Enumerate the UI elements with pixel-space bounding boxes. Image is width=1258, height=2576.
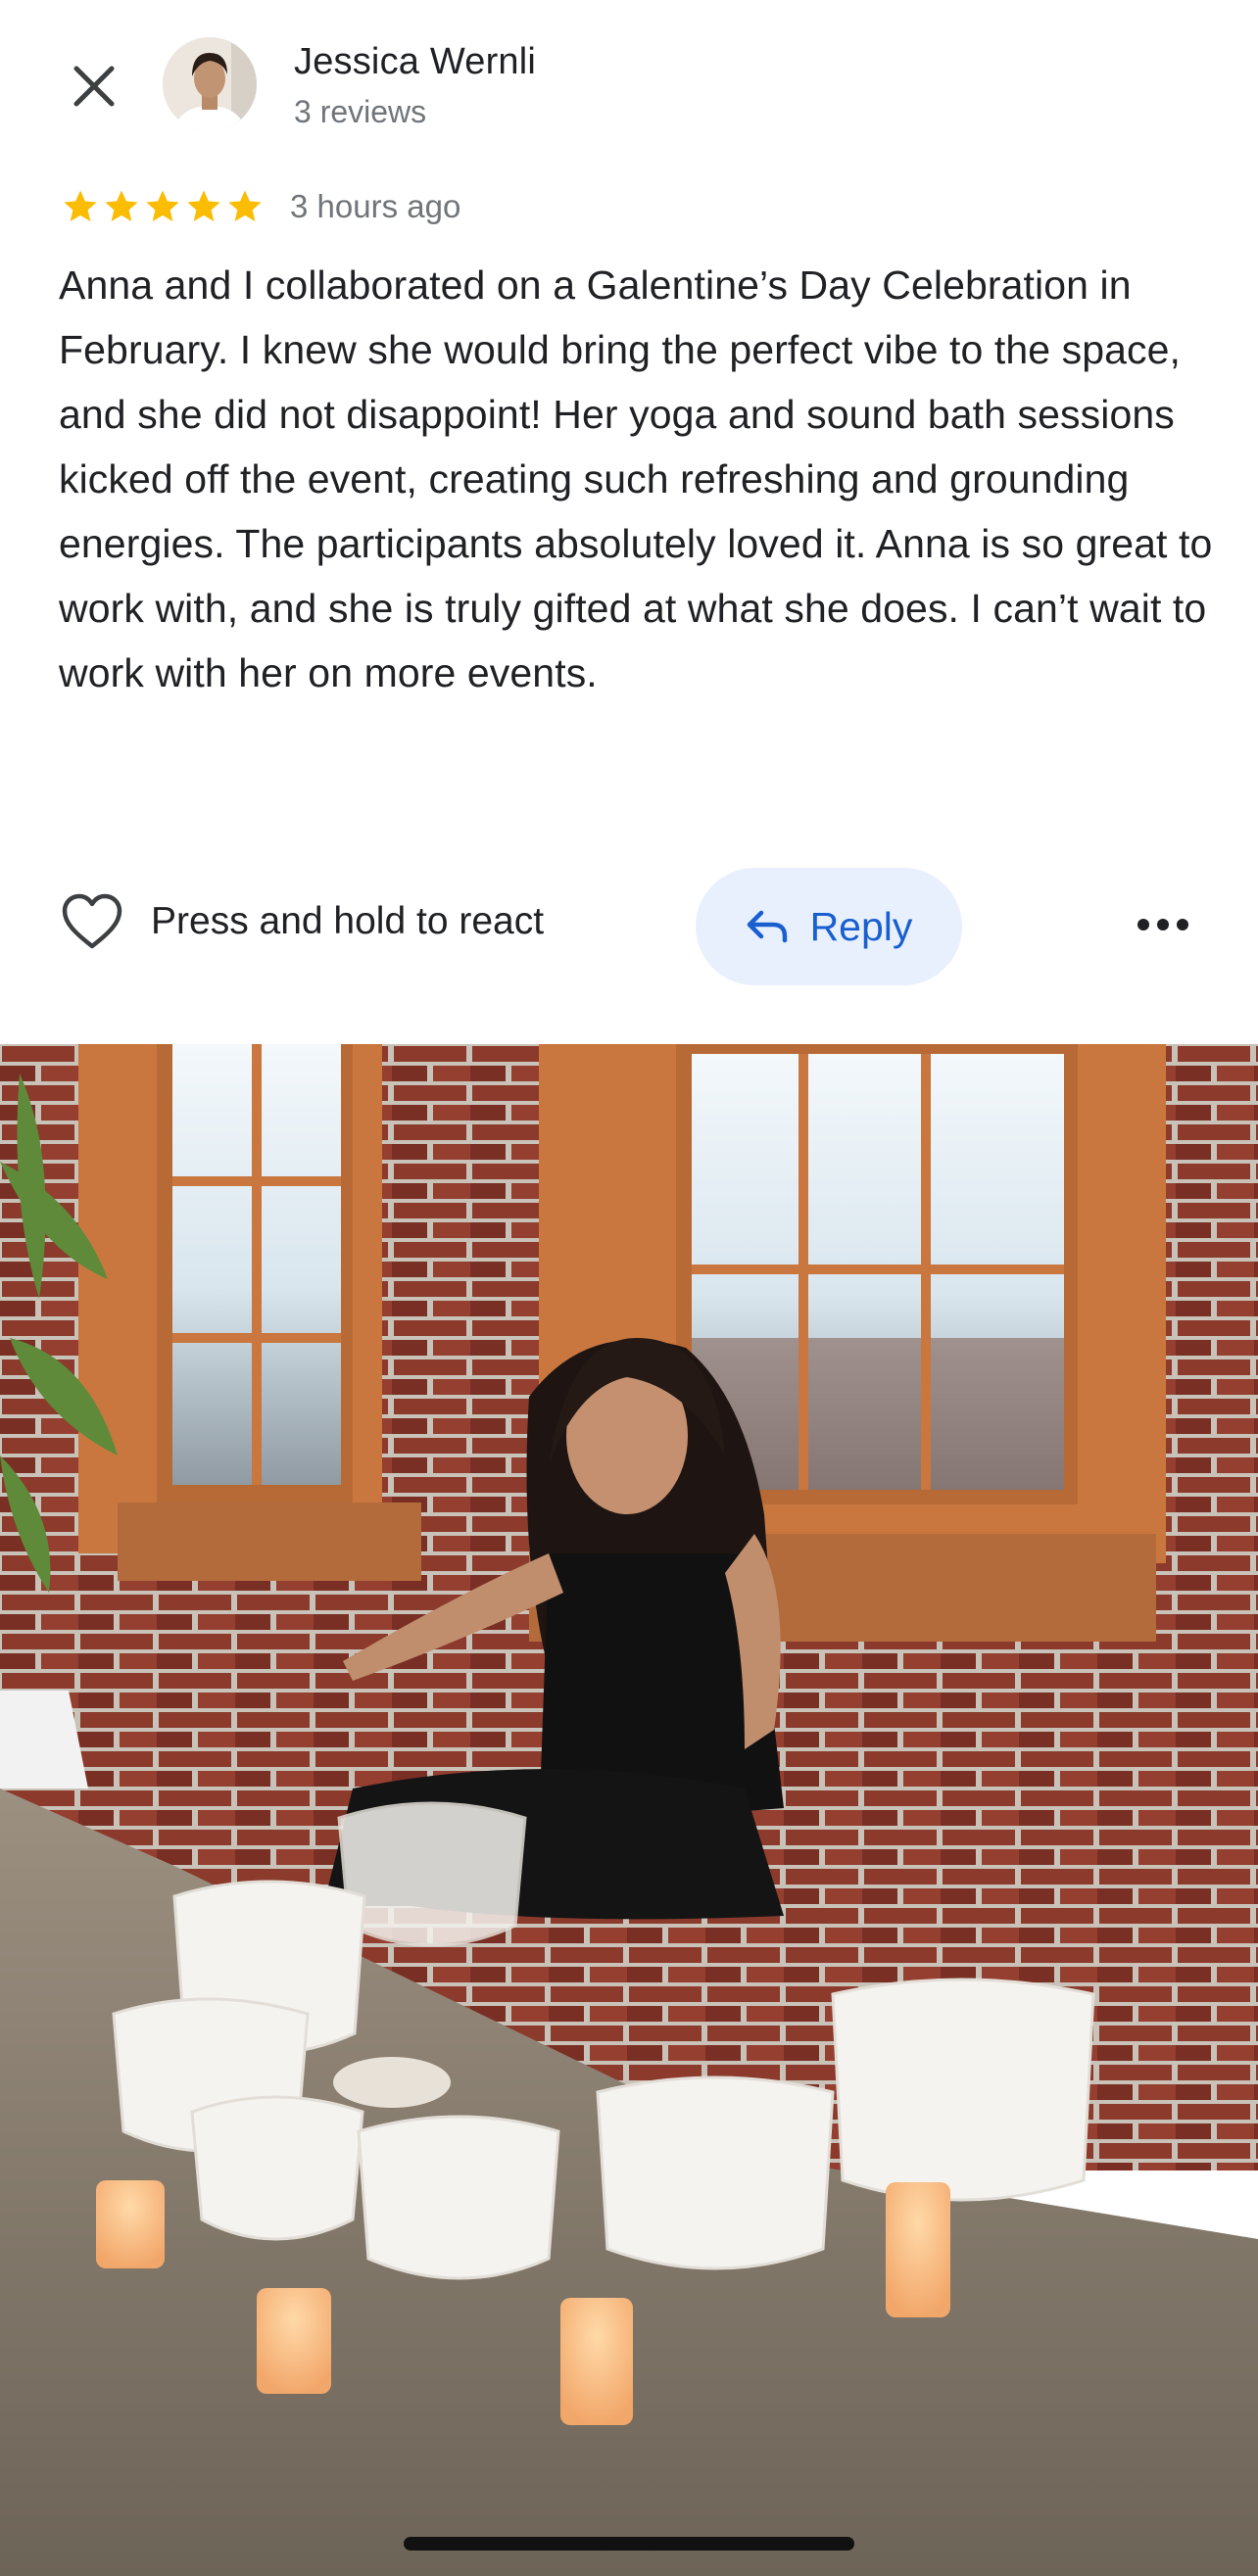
star-icon (228, 190, 262, 221)
review-text: Anna and I collaborated on a Galentine’s… (59, 262, 1213, 695)
reply-button[interactable]: Reply (696, 868, 962, 985)
reviewer-review-count: 3 reviews (294, 94, 427, 129)
close-icon (73, 66, 115, 107)
star-rating (61, 187, 266, 226)
star-icon (146, 190, 179, 221)
reply-label: Reply (809, 903, 913, 949)
star-icon (105, 190, 138, 221)
review-photo-image (0, 1044, 1258, 2576)
star-icon (64, 190, 97, 221)
review-actions: Press and hold to react Reply (0, 866, 1258, 987)
star-icon (187, 190, 220, 221)
home-indicator (404, 2537, 854, 2551)
heart-icon (62, 893, 122, 949)
more-horizontal-icon (1137, 919, 1188, 930)
review-header: Jessica Wernli 3 reviews (0, 0, 1258, 196)
react-button[interactable]: Press and hold to react (61, 893, 544, 950)
review-photo[interactable] (0, 1044, 1258, 2576)
react-label: Press and hold to react (151, 900, 545, 942)
close-button[interactable] (55, 47, 133, 125)
review-time: 3 hours ago (290, 188, 461, 224)
reply-arrow-icon (747, 910, 787, 943)
reviewer-name[interactable]: Jessica Wernli (294, 41, 536, 83)
avatar-image (163, 37, 257, 131)
more-options-button[interactable] (1127, 895, 1199, 954)
rating-row: 3 hours ago (61, 182, 460, 231)
reviewer-avatar[interactable] (163, 37, 257, 131)
